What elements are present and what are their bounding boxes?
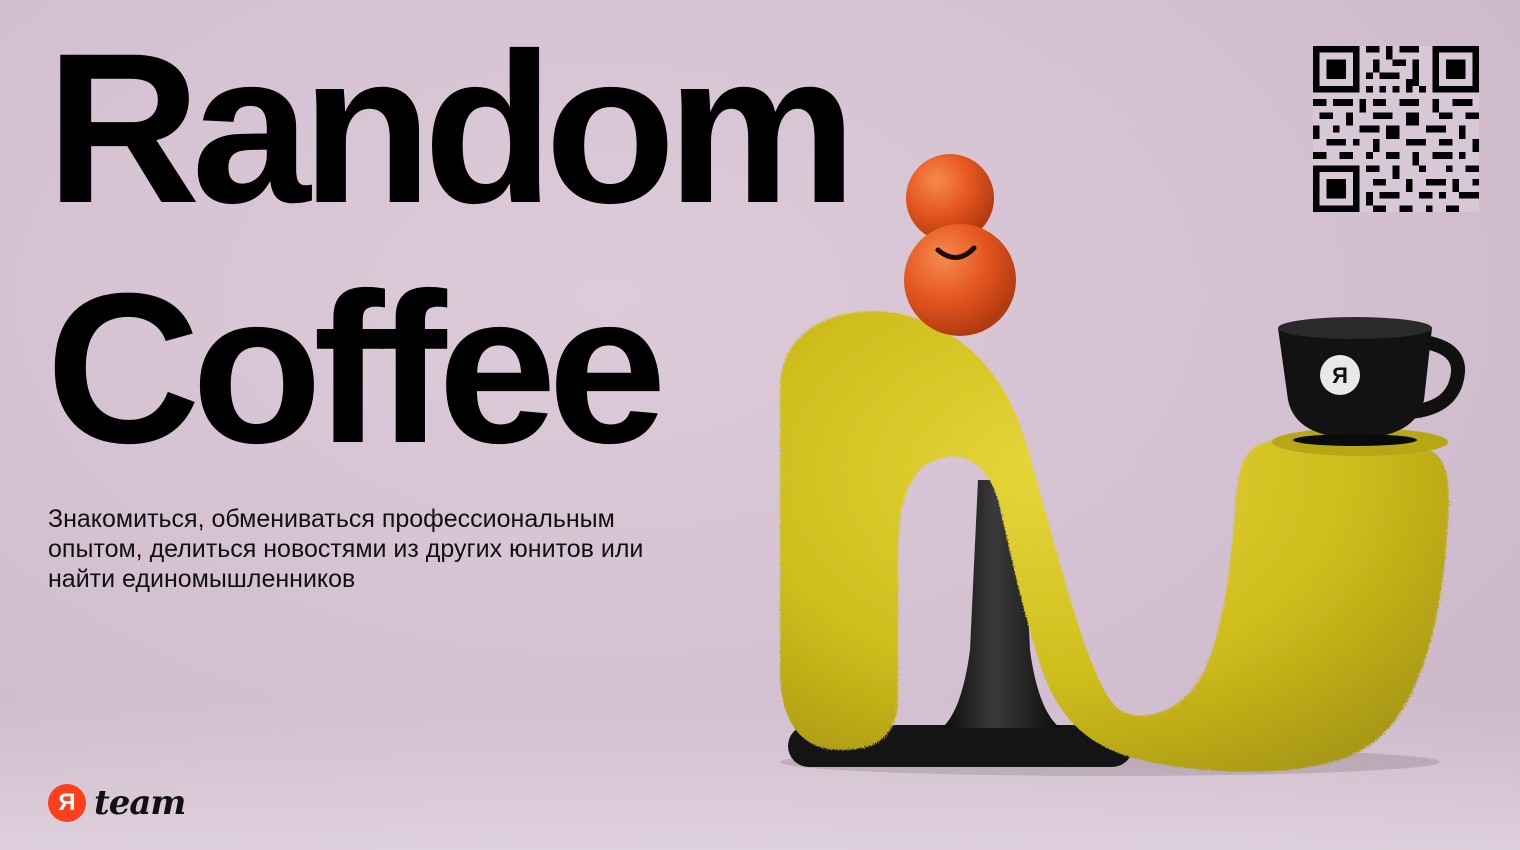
coffee-cup: Я <box>1278 317 1465 446</box>
qr-code-icon[interactable] <box>1312 46 1480 212</box>
title-line-2: Coffee <box>46 249 667 488</box>
title-line-1: Random <box>46 9 857 248</box>
brand-wordmark: team <box>94 783 186 823</box>
yandex-badge: Я <box>48 784 86 822</box>
description-text: Знакомиться, обмениваться профессиональн… <box>48 505 644 593</box>
orange-ball-character <box>904 154 1016 336</box>
cup-letter: Я <box>1332 363 1348 388</box>
yandex-team-logo[interactable]: Я team <box>48 782 186 824</box>
fluffy-figure-illustration: Я <box>780 154 1465 776</box>
